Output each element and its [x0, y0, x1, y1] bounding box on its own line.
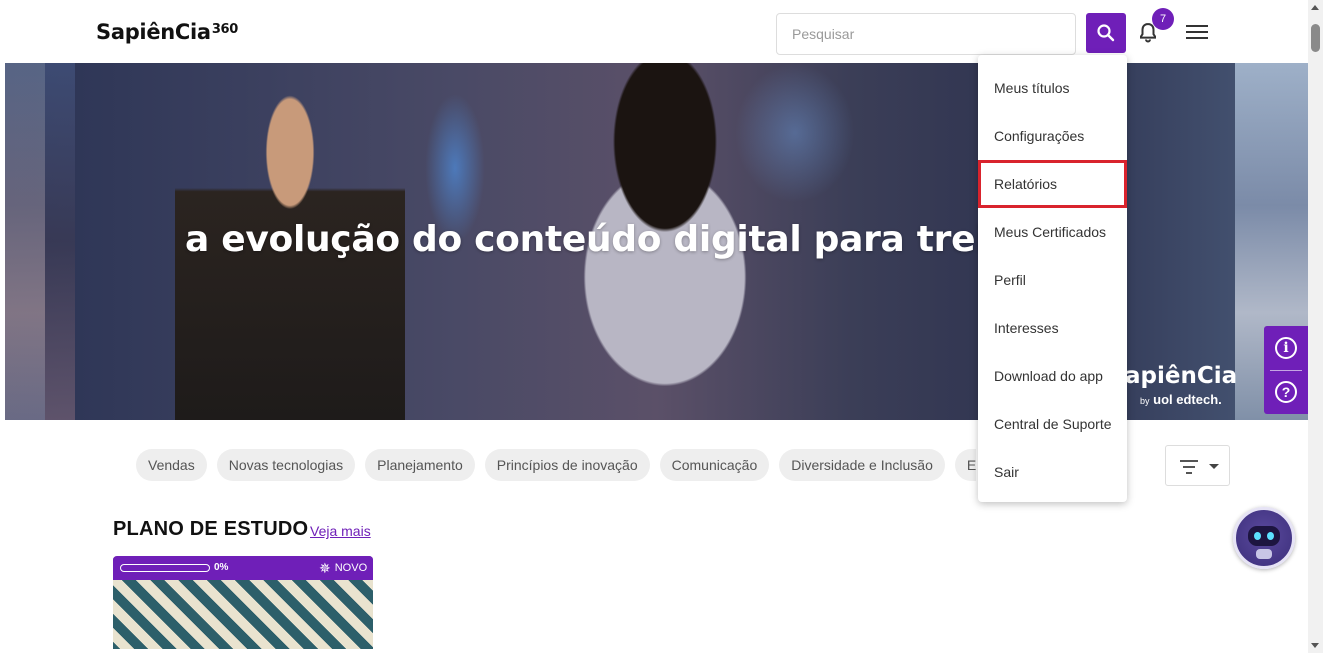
new-badge-label: NOVO	[334, 562, 368, 574]
hero-brand-by: by	[1140, 396, 1150, 406]
sparkle-icon: ✵	[319, 559, 331, 576]
filter-button[interactable]	[1165, 445, 1230, 486]
menu-item-interesses[interactable]: Interesses	[978, 304, 1127, 352]
category-chip[interactable]: Vendas	[136, 449, 207, 481]
info-icon[interactable]: i	[1275, 337, 1297, 359]
filter-icon	[1180, 460, 1198, 478]
menu-item-download-do-app[interactable]: Download do app	[978, 352, 1127, 400]
search-button[interactable]	[1086, 13, 1126, 53]
logo[interactable]: SapiênCia360	[96, 20, 238, 44]
course-card[interactable]: 0% ✵ NOVO	[113, 556, 373, 649]
hamburger-icon[interactable]	[1186, 25, 1208, 41]
see-more-link[interactable]: Veja mais	[310, 523, 371, 539]
menu-item-meus-titulos[interactable]: Meus títulos	[978, 64, 1127, 112]
menu-item-relatorios[interactable]: Relatórios	[978, 160, 1127, 208]
scroll-down-icon[interactable]	[1311, 643, 1319, 648]
caret-down-icon	[1209, 464, 1219, 469]
robot-icon[interactable]	[1233, 507, 1295, 569]
logo-text: SapiênCia	[96, 20, 211, 44]
progress-label: 0%	[214, 562, 229, 573]
side-tools: i ?	[1264, 326, 1308, 414]
category-chip[interactable]: Comunicação	[659, 449, 770, 481]
category-chip[interactable]: Diversidade e Inclusão	[779, 449, 945, 481]
category-chips: Vendas Novas tecnologias Planejamento Princ…	[136, 449, 976, 481]
category-chip[interactable]: Planejamento	[365, 449, 475, 481]
search-icon	[1097, 24, 1115, 42]
hero-brand-subtitle: by uol edtech.	[1140, 392, 1222, 407]
logo-suffix: 360	[211, 22, 239, 37]
menu-item-central-de-suporte[interactable]: Central de Suporte	[978, 400, 1127, 448]
hero-brand-logo: apiênCia	[1125, 363, 1238, 389]
menu-item-sair[interactable]: Sair	[978, 448, 1127, 496]
category-chip[interactable]: Expe	[954, 449, 976, 481]
help-icon[interactable]: ?	[1275, 381, 1297, 403]
search-input[interactable]	[776, 13, 1076, 55]
page: SapiênCia360 7 a evolução do conteúdo di…	[5, 4, 1308, 649]
notification-badge: 7	[1152, 8, 1174, 30]
user-dropdown-menu: Meus títulos Configurações Relatórios Meus …	[978, 55, 1127, 502]
hero-headline: a evolução do conteúdo digital para trei…	[185, 219, 1013, 260]
section-title: PLANO DE ESTUDO	[113, 518, 309, 540]
menu-item-perfil[interactable]: Perfil	[978, 256, 1127, 304]
progress-bar	[120, 564, 210, 572]
menu-item-meus-certificados[interactable]: Meus Certificados	[978, 208, 1127, 256]
category-chip[interactable]: Princípios de inovação	[484, 449, 650, 481]
scroll-up-icon[interactable]	[1311, 5, 1319, 10]
menu-item-configuracoes[interactable]: Configurações	[978, 112, 1127, 160]
category-chip[interactable]: Novas tecnologias	[216, 449, 356, 481]
hero-brand-company: uol edtech.	[1153, 392, 1222, 407]
new-badge: ✵ NOVO	[313, 556, 373, 580]
scrollbar-thumb[interactable]	[1311, 24, 1320, 52]
scrollbar[interactable]	[1308, 0, 1323, 653]
